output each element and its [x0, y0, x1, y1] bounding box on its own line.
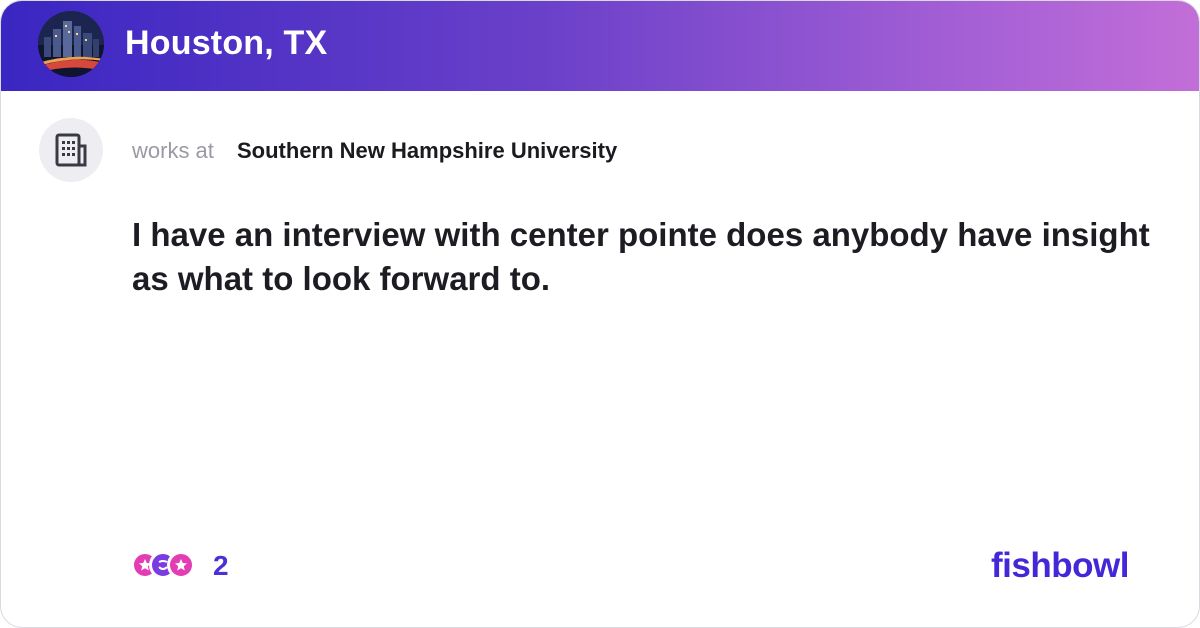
company-name[interactable]: Southern New Hampshire University — [237, 137, 617, 165]
post-card: Houston, TX works at Southern New Hampsh… — [0, 0, 1200, 628]
reaction-icons — [131, 549, 201, 583]
building-icon — [55, 133, 87, 167]
reactions-summary[interactable]: 2 — [131, 549, 229, 583]
fishbowl-logo[interactable]: fishbowl — [991, 545, 1129, 587]
post-text: I have an interview with center pointe d… — [132, 216, 1150, 297]
bowl-header[interactable]: Houston, TX — [1, 1, 1199, 91]
star-face-icon — [167, 551, 195, 579]
works-at-label: works at — [132, 138, 214, 163]
city-skyline-icon — [38, 11, 104, 77]
bowl-title[interactable]: Houston, TX — [125, 23, 327, 63]
bowl-avatar[interactable] — [38, 11, 104, 77]
company-avatar[interactable] — [39, 118, 103, 182]
reaction-count: 2 — [213, 550, 229, 581]
